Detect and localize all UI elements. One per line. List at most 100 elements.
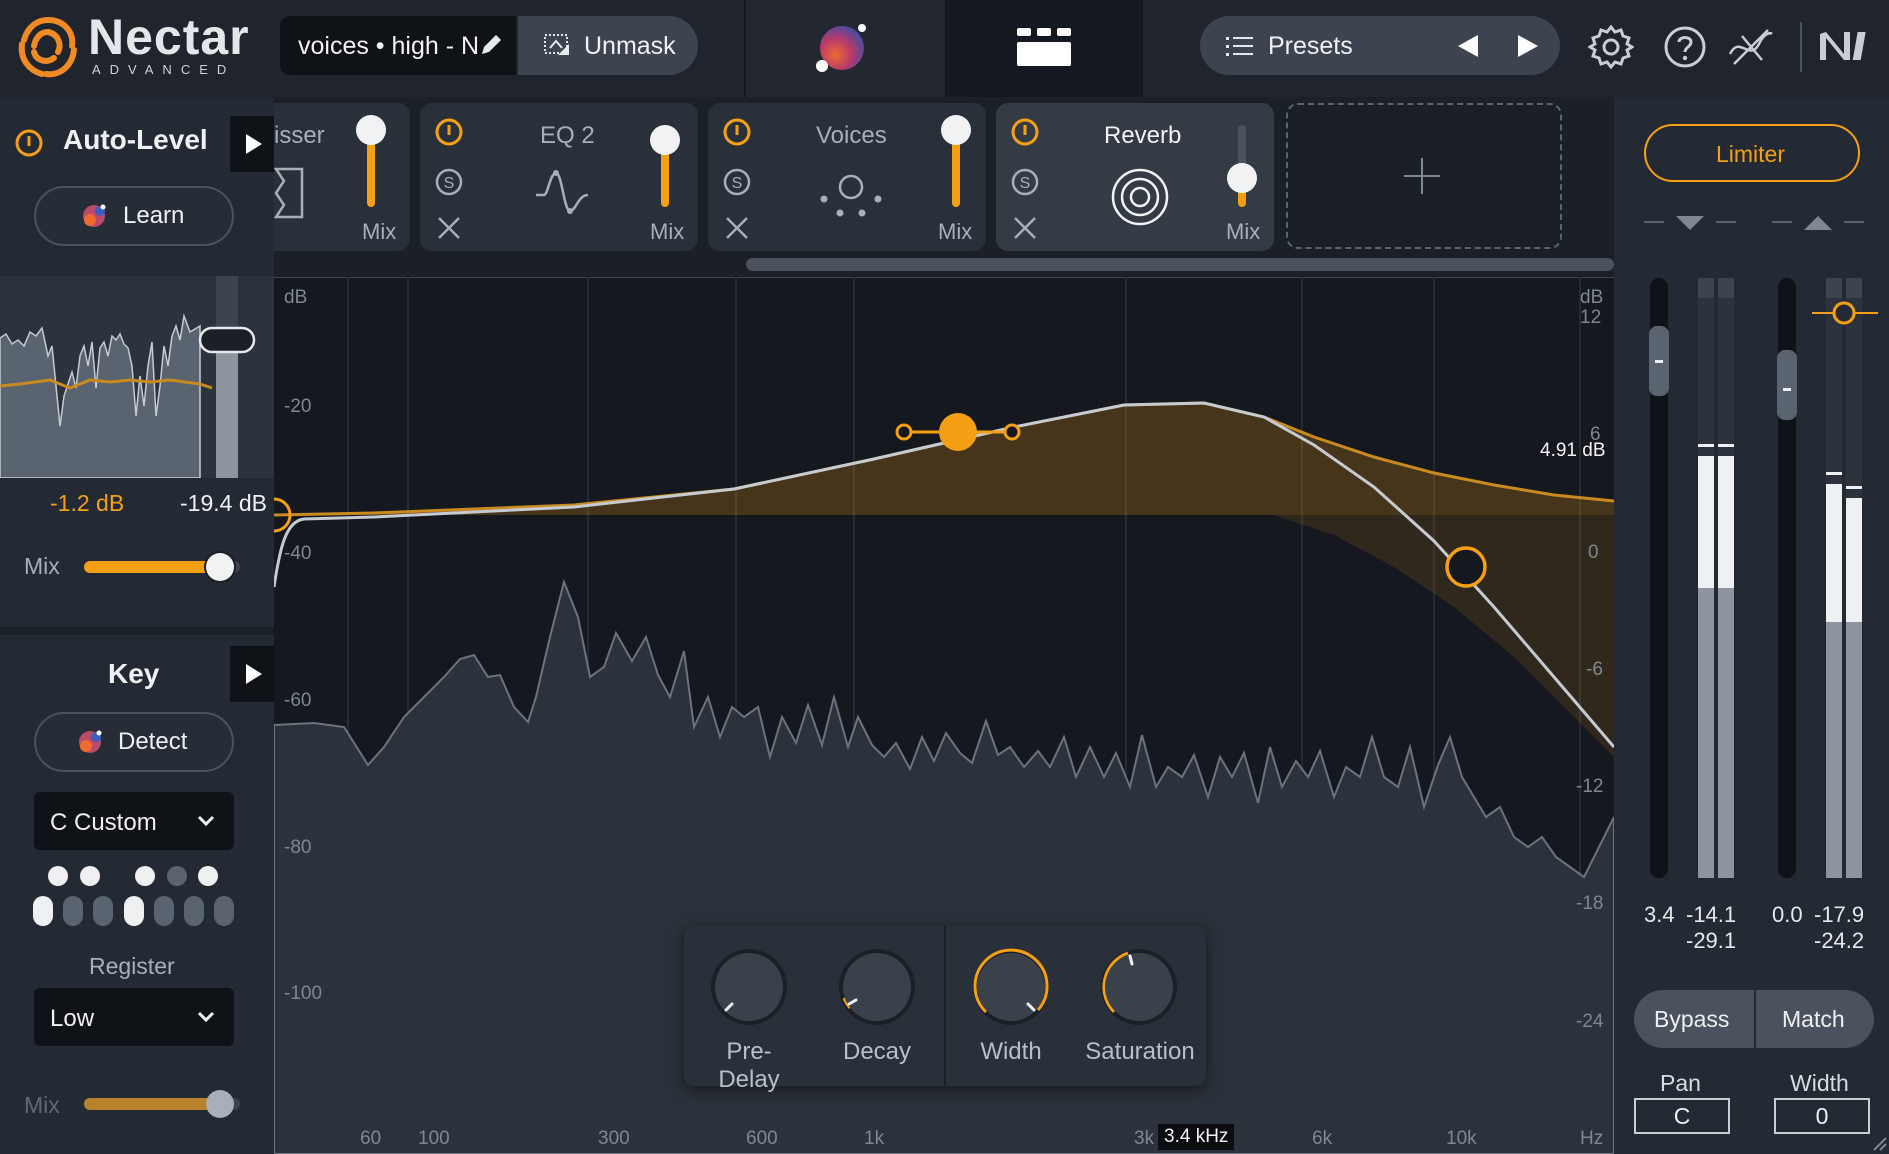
saturation-knob[interactable]	[1096, 944, 1182, 1030]
limiter-label: Limiter	[1716, 141, 1786, 167]
pan-value-field[interactable]: C	[1634, 1098, 1730, 1134]
db-unit-left: dB	[284, 287, 308, 308]
note-key	[63, 896, 83, 926]
native-instruments-logo-icon	[1820, 32, 1866, 60]
module-voices[interactable]: S Voices Mix	[708, 103, 986, 251]
db-scale-right: 0	[1588, 542, 1599, 563]
output-meter[interactable]	[1768, 276, 1878, 880]
resize-handle-icon[interactable]	[1870, 1134, 1888, 1152]
power-icon[interactable]	[722, 117, 752, 147]
width-label: Width	[1790, 1070, 1849, 1096]
mix-fader-thumb[interactable]	[356, 115, 386, 145]
auto-level-title: Auto-Level	[63, 124, 208, 155]
note-key	[167, 866, 187, 886]
input-peak-value: -14.1	[1686, 902, 1737, 927]
width-knob[interactable]	[968, 944, 1054, 1030]
mix-fader-thumb[interactable]	[650, 125, 680, 155]
db-scale-right: -18	[1576, 893, 1604, 914]
output-gain-value: 0.0	[1772, 902, 1803, 927]
solo-icon[interactable]: S	[1010, 167, 1040, 197]
presets-button[interactable]	[1200, 16, 1560, 75]
chevron-down-icon	[197, 1011, 215, 1023]
module-chain-icon	[1017, 28, 1071, 66]
freq-label: 10k	[1446, 1128, 1477, 1149]
module-strip-scrollbar[interactable]	[746, 258, 1614, 271]
db-scale-right: 12	[1580, 307, 1602, 328]
module-reverb[interactable]: S Reverb Mix	[996, 103, 1274, 251]
width-value-field[interactable]: 0	[1774, 1098, 1870, 1134]
auto-level-gain-value: -19.4 dB	[180, 490, 267, 516]
mix-label: Mix	[1226, 219, 1261, 244]
key-title: Key	[108, 658, 160, 689]
note-key	[184, 896, 204, 926]
decay-label: Decay	[842, 1038, 912, 1065]
mix-fader-thumb[interactable]	[1227, 163, 1257, 193]
mix-fader-fill	[367, 135, 375, 207]
auto-level-waveform	[0, 276, 274, 478]
input-meter[interactable]	[1640, 276, 1750, 880]
nectar-logo-icon	[18, 17, 77, 78]
power-icon[interactable]	[1010, 117, 1040, 147]
pencil-icon[interactable]	[478, 32, 504, 58]
auto-level-mix-thumb[interactable]	[205, 553, 234, 581]
app-name: Nectar	[88, 9, 250, 65]
remove-module-icon[interactable]	[436, 215, 462, 241]
mix-label: Mix	[938, 219, 973, 244]
limiter-threshold-handle	[1832, 301, 1856, 325]
auto-level-target-handle	[198, 326, 256, 354]
svg-text:S: S	[1020, 175, 1031, 192]
auto-level-mix-fill	[84, 561, 220, 573]
decay-knob[interactable]	[834, 944, 920, 1030]
remove-module-icon[interactable]	[724, 215, 750, 241]
eq-band-handle-high	[1445, 546, 1487, 588]
key-mix-label: Mix	[24, 1092, 60, 1118]
key-note-selector[interactable]	[30, 862, 240, 928]
expand-arrow-icon	[246, 664, 262, 684]
svg-text:S: S	[444, 175, 455, 192]
key-mix-thumb[interactable]	[205, 1090, 234, 1118]
db-scale-left: -60	[284, 690, 312, 711]
output-peak-value: -17.9	[1814, 902, 1865, 927]
presets-label: Presets	[1268, 32, 1353, 60]
module-deesser[interactable]: isser Mix	[274, 103, 410, 251]
next-preset-icon[interactable]	[1516, 33, 1540, 59]
saturation-label: Saturation	[1085, 1038, 1195, 1065]
solo-icon[interactable]: S	[434, 167, 464, 197]
db-scale-left: -100	[284, 983, 323, 1004]
previous-preset-icon[interactable]	[1456, 33, 1480, 59]
remove-module-icon[interactable]	[1012, 215, 1038, 241]
auto-level-target-value: -1.2 dB	[50, 490, 125, 516]
freq-label: 300	[598, 1128, 630, 1149]
auto-level-power-icon[interactable]	[14, 128, 44, 158]
power-icon[interactable]	[434, 117, 464, 147]
mix-fader-thumb[interactable]	[941, 115, 971, 145]
note-key	[154, 896, 174, 926]
reverb-controls-divider	[944, 926, 946, 1086]
db-scale-left: -40	[284, 543, 312, 564]
svg-text:S: S	[732, 175, 743, 192]
deesser-icon	[274, 167, 304, 219]
solo-icon[interactable]: S	[722, 167, 752, 197]
preset-name: voices • high - Ne	[298, 32, 478, 60]
list-icon	[1226, 37, 1253, 56]
module-name: Reverb	[1104, 122, 1182, 149]
pre-delay-knob[interactable]	[706, 944, 792, 1030]
mix-label: Mix	[650, 219, 685, 244]
freq-label: 3k	[1134, 1128, 1155, 1149]
width-label: Width	[980, 1038, 1042, 1065]
reverb-icon	[1111, 168, 1169, 226]
register-value: Low	[50, 1005, 95, 1032]
note-key	[48, 866, 68, 886]
signal-flow-icon[interactable]	[1726, 24, 1776, 70]
visual-mixer-orb-icon	[816, 24, 866, 72]
eq-band-q-left	[895, 423, 913, 441]
db-scale-left: -20	[284, 396, 312, 417]
db-unit-right: dB	[1580, 287, 1604, 308]
freq-label: 6k	[1312, 1128, 1333, 1149]
help-icon[interactable]	[1662, 24, 1708, 70]
note-key	[93, 896, 113, 926]
module-eq2[interactable]: S EQ 2 Mix	[420, 103, 698, 251]
settings-gear-icon[interactable]	[1588, 24, 1634, 70]
input-gain-indicator-icon	[1644, 216, 1736, 230]
db-scale-right: -12	[1576, 776, 1604, 797]
